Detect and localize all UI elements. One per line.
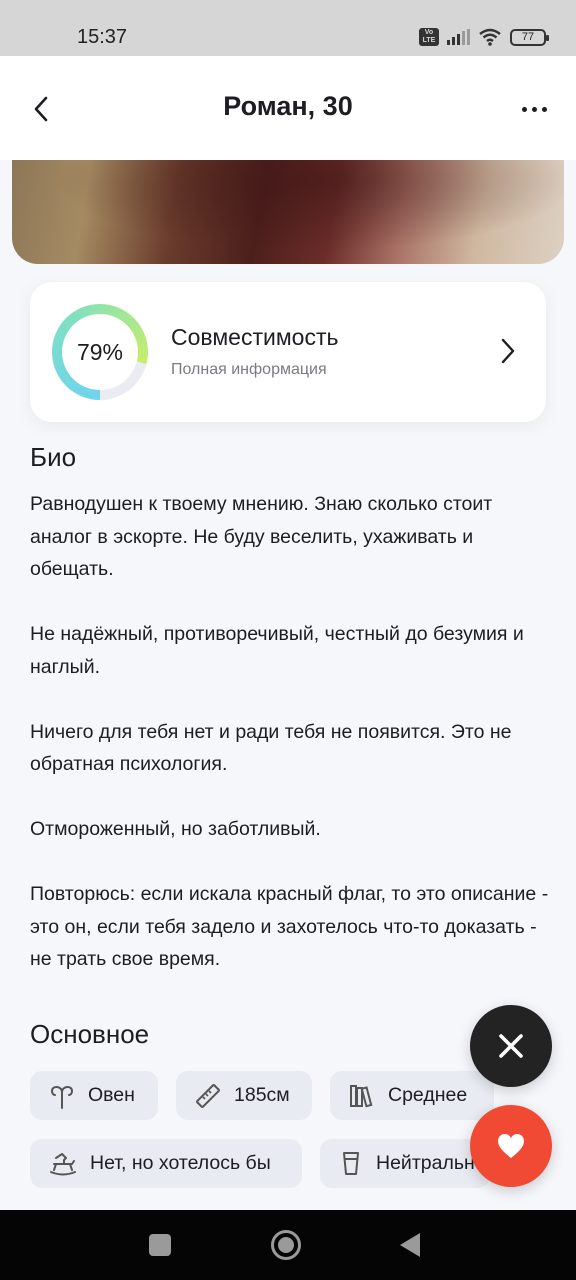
compatibility-subtitle: Полная информация <box>171 361 327 378</box>
system-nav-bar <box>0 1210 576 1280</box>
ruler-icon <box>196 1083 220 1108</box>
chip-label: Нет, но хотелось бы <box>90 1152 271 1174</box>
compatibility-ring: 79% <box>52 304 148 400</box>
status-icons: Vo LTE 77 <box>419 26 549 48</box>
chevron-right-icon <box>501 338 515 364</box>
bio-paragraph: Повторюсь: если искала красный флаг, то … <box>30 883 549 970</box>
recents-icon[interactable] <box>149 1234 171 1256</box>
volte-icon: Vo LTE <box>419 28 439 46</box>
chip-height: 185см <box>176 1071 312 1120</box>
books-icon <box>350 1084 373 1107</box>
chip-label: 185см <box>234 1084 290 1106</box>
chip-zodiac: Овен <box>30 1071 158 1120</box>
more-options-button[interactable] <box>516 92 552 126</box>
chip-label: Нейтрально <box>376 1152 486 1174</box>
wifi-icon <box>479 28 501 46</box>
chip-label: Овен <box>88 1084 135 1106</box>
bio-text: Равнодушен к твоему мнению. Знаю сколько… <box>30 488 550 1008</box>
compatibility-percent: 79% <box>62 314 138 390</box>
compatibility-title: Совместимость <box>171 324 339 350</box>
bio-paragraph: Равнодушен к твоему мнению. Знаю сколько… <box>30 493 493 580</box>
battery-icon: 77 <box>510 28 549 46</box>
heart-icon <box>498 1134 524 1158</box>
close-icon <box>499 1034 523 1058</box>
more-dot-icon <box>531 106 537 112</box>
photo-shade <box>12 160 564 264</box>
more-dot-icon <box>541 106 547 112</box>
home-icon[interactable] <box>271 1230 301 1260</box>
bio-paragraph: Отмороженный, но заботливый. <box>30 818 321 840</box>
profile-header: Роман, 30 <box>0 56 576 160</box>
chip-children: Нет, но хотелось бы <box>30 1139 302 1188</box>
page-title: Роман, 30 <box>223 91 353 121</box>
glass-icon <box>343 1151 359 1175</box>
more-dot-icon <box>521 106 527 112</box>
back-triangle-icon[interactable] <box>400 1233 420 1257</box>
signal-icon <box>447 29 470 45</box>
compatibility-card[interactable]: 79% Совместимость Полная информация <box>30 282 546 422</box>
dislike-button[interactable] <box>470 1005 552 1087</box>
bio-paragraph: Ничего для тебя нет и ради тебя не появи… <box>30 720 512 776</box>
profile-photo[interactable] <box>12 160 564 264</box>
status-bar: 15:37 Vo LTE 77 <box>0 0 576 56</box>
rocking-horse-icon <box>50 1152 76 1175</box>
like-button[interactable] <box>470 1105 552 1187</box>
bio-paragraph: Не надёжный, противоречивый, честный до … <box>30 623 524 678</box>
status-time: 15:37 <box>77 26 128 48</box>
bio-heading: Био <box>30 442 77 472</box>
basics-heading: Основное <box>30 1019 150 1049</box>
chip-education: Среднее <box>330 1071 494 1120</box>
aries-icon <box>50 1085 74 1109</box>
chip-alcohol: Нейтрально <box>320 1139 490 1188</box>
chip-label: Среднее <box>388 1084 468 1106</box>
